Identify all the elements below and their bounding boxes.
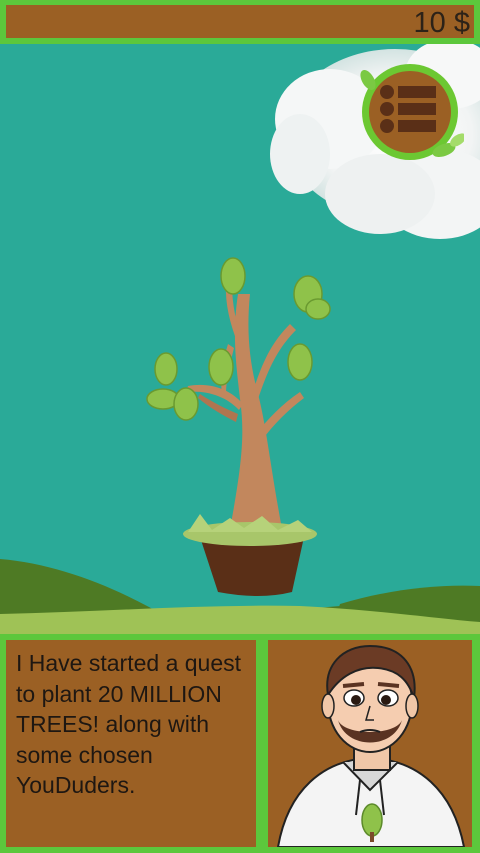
money-counter: 10 $ xyxy=(413,7,470,39)
portrait-box xyxy=(268,640,472,847)
list-menu-icon xyxy=(380,85,436,133)
top-bar-panel: 10 $ xyxy=(6,5,474,39)
top-bar: 10 $ xyxy=(0,0,480,44)
portrait-panel xyxy=(262,634,480,853)
dialog-text: I Have started a quest to plant 20 MILLI… xyxy=(16,650,242,798)
menu-button[interactable] xyxy=(356,58,464,166)
character-portrait xyxy=(276,644,466,847)
dialog-box: I Have started a quest to plant 20 MILLI… xyxy=(6,640,256,847)
dialog-panel: I Have started a quest to plant 20 MILLI… xyxy=(0,634,262,853)
